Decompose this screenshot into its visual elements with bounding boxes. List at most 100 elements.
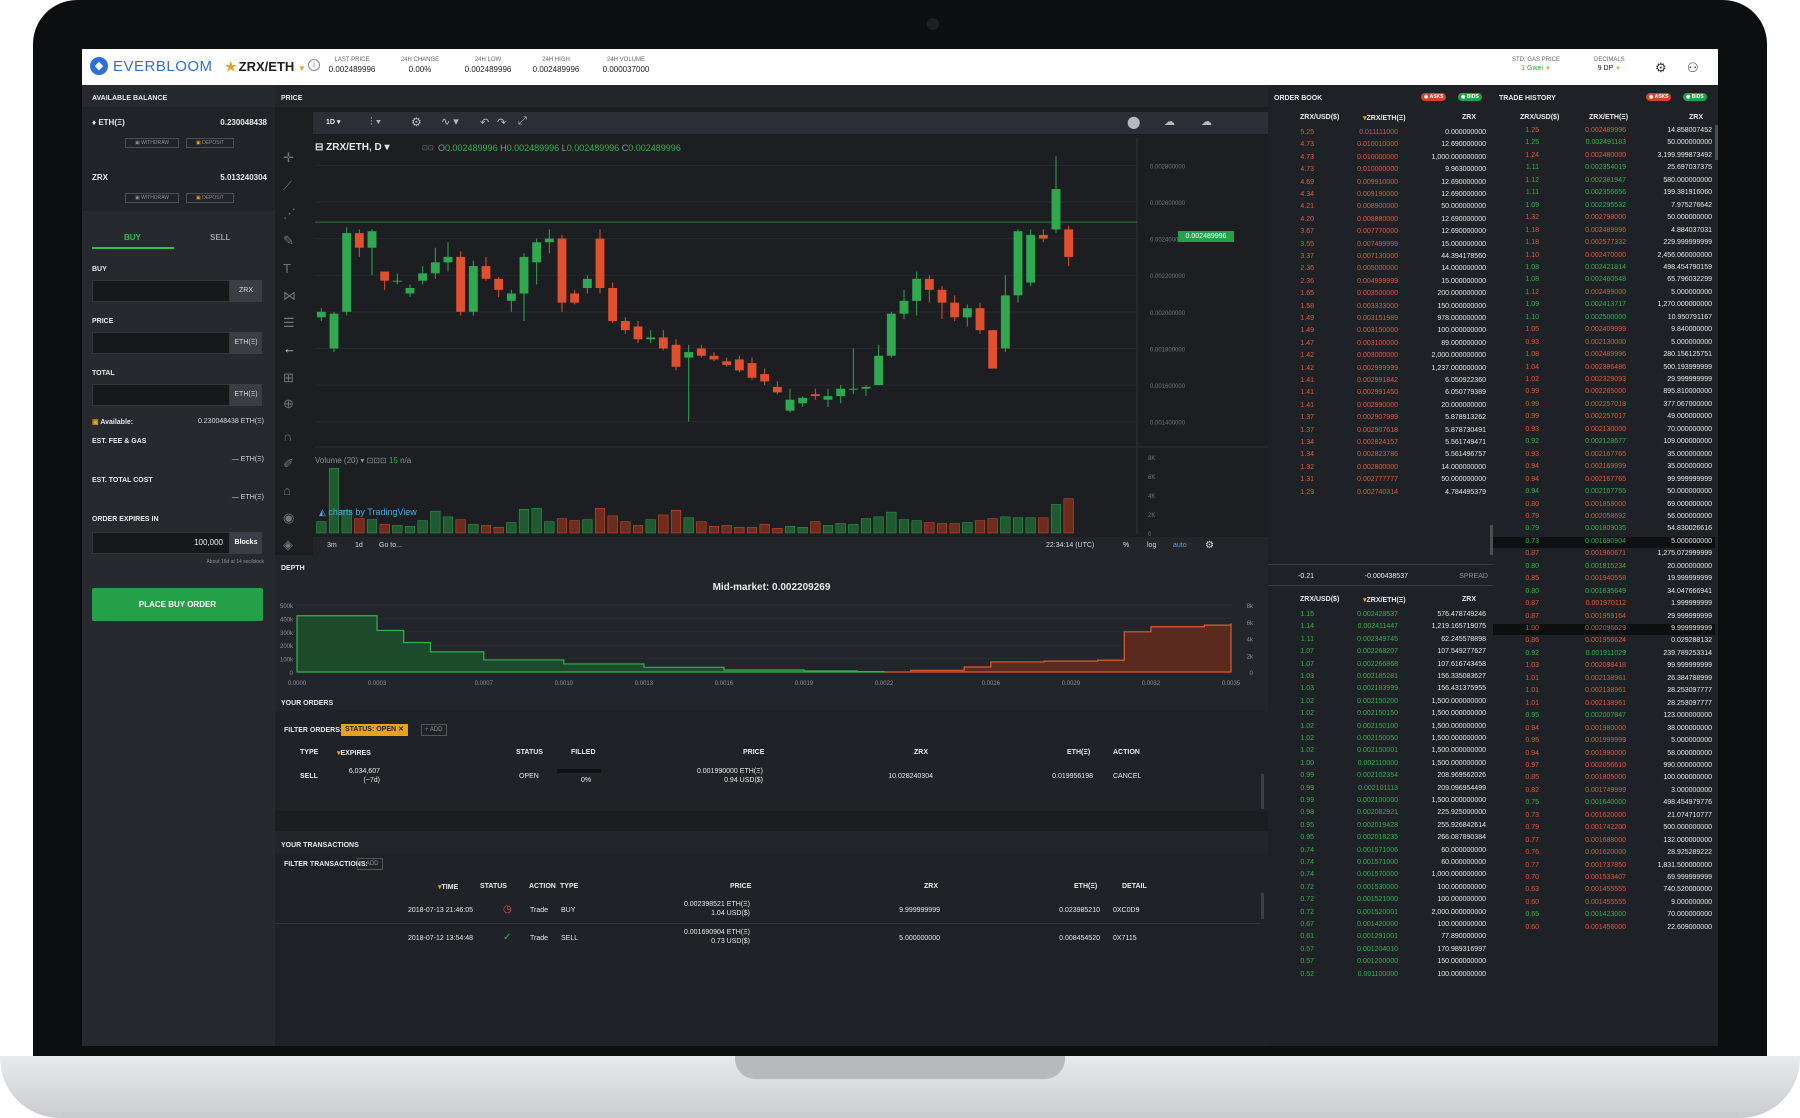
tx-col-price[interactable]: PRICE <box>730 883 751 890</box>
buy-amount-input[interactable] <box>92 280 230 302</box>
tx-detail-link[interactable]: 0XC0D9 <box>1113 907 1139 914</box>
usd-price: 0.80 <box>1525 562 1539 570</box>
ob-bid-col-usd[interactable]: ZRX/USD($) <box>1300 596 1339 603</box>
zrx-amount: 50.000000000 <box>1441 476 1486 484</box>
orders-filter-chip[interactable]: STATUS: OPEN ✕ <box>341 724 408 736</box>
orders-col-zrx[interactable]: ZRX <box>914 749 928 756</box>
order-cancel-button[interactable]: CANCEL <box>1113 773 1141 780</box>
gas-price-selector[interactable]: STD. GAS PRICE 1 Gwei ▼ <box>1512 57 1560 72</box>
zrx-amount: 21.074710777 <box>1667 811 1712 819</box>
orders-col-expires[interactable]: ▾EXPIRES <box>337 749 371 757</box>
usd-price: 0.52 <box>1300 970 1314 978</box>
eth-price: 0.002777777 <box>1357 476 1398 484</box>
zrx-amount: 99.999999999 <box>1667 475 1712 483</box>
eth-price: 0.003500000 <box>1357 290 1398 298</box>
usd-price: 0.79 <box>1525 824 1539 832</box>
decimals-selector[interactable]: DECIMALS 9 DP ▼ <box>1594 57 1625 72</box>
range-3m-button[interactable]: 3m <box>327 542 337 549</box>
tx-col-detail[interactable]: DETAIL <box>1122 883 1147 890</box>
pair-selector[interactable]: ★ ZRX/ETH ▼ <box>225 59 306 75</box>
usd-price: 3.37 <box>1300 253 1314 260</box>
th-col-eth[interactable]: ZRX/ETH(Ξ) <box>1589 114 1628 121</box>
ob-col-eth[interactable]: ▾ZRX/ETH(Ξ) <box>1363 114 1406 122</box>
total-input[interactable] <box>92 384 230 406</box>
volume-legend[interactable]: Volume (20) ▾ ⊡⊡⊡ 15 n/a <box>315 456 411 465</box>
volume-bar <box>531 508 542 534</box>
orders-col-action[interactable]: ACTION <box>1113 749 1140 756</box>
range-1d-button[interactable]: 1d <box>355 542 363 549</box>
percent-toggle[interactable]: % <box>1123 542 1129 549</box>
ob-bid-col-eth[interactable]: ▾ZRX/ETH(Ξ) <box>1363 596 1406 604</box>
stat-last-price: LAST PRICE 0.002489996 <box>328 57 376 74</box>
orders-col-eth[interactable]: ETH(Ξ) <box>1067 749 1090 756</box>
volume-bar <box>683 517 694 534</box>
eth-deposit-button[interactable]: ▣ DEPOSIT <box>186 138 234 148</box>
chart-gear-icon[interactable]: ⚙ <box>1205 540 1214 551</box>
zrx-amount: 2,000.000000000 <box>1431 908 1487 916</box>
zrx-amount: 156.431375955 <box>1437 685 1486 693</box>
volume-bar <box>366 519 378 534</box>
usd-price: 0.60 <box>1525 898 1539 906</box>
depth-chart[interactable]: 500k 400k 300k 200k 100k 0 8k 6k 4k 2k 0 0.0000 0.00… <box>275 555 1268 689</box>
orders-add-filter-button[interactable]: + ADD <box>421 724 447 736</box>
th-col-usd[interactable]: ZRX/USD($) <box>1520 114 1559 121</box>
gear-icon[interactable]: ⚙ <box>1655 60 1667 76</box>
brand-logo[interactable]: ◆ EVERBLOOM <box>90 57 213 75</box>
expires-unit[interactable]: Blocks <box>230 532 262 554</box>
transactions-scrollbar[interactable] <box>1261 893 1264 919</box>
auto-toggle[interactable]: auto <box>1173 542 1187 549</box>
history-bids-toggle[interactable]: ◉ BIDS <box>1683 93 1707 101</box>
zrx-withdraw-button[interactable]: ▣ WITHDRAW <box>125 193 179 203</box>
tab-sell[interactable]: SELL <box>210 233 230 242</box>
eth-price: 0.001970112 <box>1585 600 1626 608</box>
candlestick-chart[interactable]: 0.0028000000.0026000000.0024000000.00220… <box>275 85 1268 555</box>
candle-body <box>570 293 580 303</box>
ohlc-readout: O0.002489996 H0.002489996 L0.002489996 C… <box>438 143 681 153</box>
price-input[interactable] <box>92 332 230 354</box>
eth-withdraw-button[interactable]: ▣ WITHDRAW <box>125 138 179 148</box>
user-icon[interactable]: ⚇ <box>1687 60 1699 76</box>
laptop-notch <box>735 1056 1065 1079</box>
orders-col-filled[interactable]: FILLED <box>571 749 596 756</box>
zrx-amount: 5.878730491 <box>1445 426 1486 434</box>
usd-price: 0.99 <box>1525 388 1539 396</box>
tx-col-eth[interactable]: ETH(Ξ) <box>1074 883 1097 890</box>
zrx-deposit-button[interactable]: ▣ DEPOSIT <box>186 193 234 203</box>
asks-toggle[interactable]: ◉ ASKS <box>1421 93 1447 101</box>
tx-col-action[interactable]: ACTION <box>529 883 556 890</box>
candle-body <box>861 386 871 389</box>
place-buy-order-button[interactable]: PLACE BUY ORDER <box>92 588 263 621</box>
th-col-zrx[interactable]: ZRX <box>1689 114 1703 121</box>
transactions-add-filter-button[interactable]: + ADD <box>357 858 383 870</box>
chart-symbol-label[interactable]: ⊟ ZRX/ETH, D ▾ <box>315 142 390 153</box>
orders-col-status[interactable]: STATUS <box>516 749 543 756</box>
candle-body <box>430 262 440 274</box>
tx-detail-link[interactable]: 0X7115 <box>1113 935 1137 942</box>
eth-price: 0.002349745 <box>1357 635 1398 643</box>
tx-col-zrx[interactable]: ZRX <box>924 883 938 890</box>
legend-toggles[interactable]: ⊡⊡ <box>422 144 434 152</box>
history-scrollbar[interactable] <box>1715 125 1718 160</box>
expires-input[interactable]: 100,000 <box>92 532 230 554</box>
orders-col-price[interactable]: PRICE <box>743 749 764 756</box>
zrx-amount: 2,000.000000000 <box>1431 352 1487 360</box>
zrx-amount: 200.000000000 <box>1437 290 1486 298</box>
orders-scrollbar[interactable] <box>1261 774 1264 809</box>
log-toggle[interactable]: log <box>1147 542 1156 549</box>
goto-button[interactable]: Go to... <box>379 542 402 549</box>
tx-col-type[interactable]: TYPE <box>560 883 578 890</box>
history-asks-toggle[interactable]: ◉ ASKS <box>1646 93 1672 101</box>
tradingview-link[interactable]: ◭ charts by TradingView <box>319 507 417 518</box>
candle-body <box>874 355 884 386</box>
bids-toggle[interactable]: ◉ BIDS <box>1458 93 1482 101</box>
tx-col-status[interactable]: STATUS <box>480 883 507 890</box>
info-icon[interactable]: i <box>308 59 320 71</box>
tx-col-time[interactable]: ▾TIME <box>438 883 458 891</box>
eth-price: 0.002990000 <box>1357 401 1398 409</box>
ob-bid-col-zrx[interactable]: ZRX <box>1462 596 1476 603</box>
ob-col-zrx[interactable]: ZRX <box>1462 114 1476 121</box>
ob-col-usd[interactable]: ZRX/USD($) <box>1300 114 1339 121</box>
orders-col-type[interactable]: TYPE <box>300 749 318 756</box>
tab-buy[interactable]: BUY <box>124 233 141 242</box>
eth-price: 0.002409999 <box>1585 326 1626 334</box>
